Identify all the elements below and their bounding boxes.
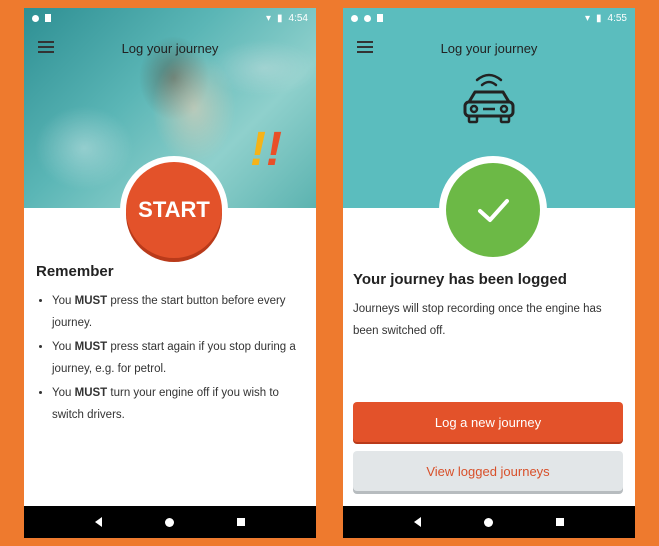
remember-heading: Remember	[36, 263, 114, 280]
logged-description: Journeys will stop recording once the en…	[353, 303, 602, 337]
back-icon[interactable]	[95, 517, 103, 527]
status-time: 4:54	[288, 12, 308, 24]
notification-icon	[364, 14, 371, 22]
log-new-journey-button[interactable]: Log a new journey	[353, 402, 623, 442]
back-icon[interactable]	[414, 517, 422, 527]
status-bar: ▾ ▮ 4:54	[24, 8, 316, 28]
hamburger-menu-icon[interactable]	[38, 41, 54, 53]
exclamation-icon: !!	[250, 123, 282, 176]
view-logged-journeys-button[interactable]: View logged journeys	[353, 451, 623, 491]
battery-icon: ▮	[277, 12, 283, 24]
logged-title: Your journey has been logged	[353, 271, 567, 288]
sim-icon	[377, 14, 383, 22]
phone-screen-start: !! ▾ ▮ 4:54 Log your journey START Remem…	[24, 8, 316, 538]
status-time: 4:55	[607, 12, 627, 24]
recent-apps-icon[interactable]	[236, 518, 245, 526]
home-icon[interactable]	[164, 517, 174, 527]
battery-icon: ▮	[596, 12, 602, 24]
success-badge	[439, 156, 547, 264]
list-item: You MUST press start again if you stop d…	[52, 336, 304, 380]
app-bar: Log your journey	[24, 28, 316, 68]
app-bar: Log your journey	[343, 28, 635, 68]
status-bar: ▾ ▮ 4:55	[343, 8, 635, 28]
wifi-icon: ▾	[265, 12, 272, 24]
phone-screen-logged: ▾ ▮ 4:55 Log your journey Your journey h…	[343, 8, 635, 538]
start-button[interactable]: START	[120, 156, 228, 264]
page-title: Log your journey	[440, 40, 538, 56]
recent-apps-icon[interactable]	[555, 518, 564, 526]
checkmark-icon	[446, 163, 540, 257]
remember-list: You MUST press the start button before e…	[36, 290, 304, 426]
notification-icon	[32, 14, 39, 22]
system-nav-bar	[24, 506, 316, 538]
wifi-icon: ▾	[584, 12, 591, 24]
list-item: You MUST turn your engine off if you wis…	[52, 382, 304, 426]
car-signal-icon	[463, 73, 515, 124]
hamburger-menu-icon[interactable]	[357, 41, 373, 53]
remember-section: Remember You MUST press the start button…	[36, 263, 304, 428]
start-button-label[interactable]: START	[126, 162, 222, 258]
list-item: You MUST press the start button before e…	[52, 290, 304, 334]
home-icon[interactable]	[483, 517, 493, 527]
notification-icon	[351, 14, 358, 22]
sim-icon	[45, 14, 51, 22]
system-nav-bar	[343, 506, 635, 538]
page-title: Log your journey	[121, 40, 219, 56]
